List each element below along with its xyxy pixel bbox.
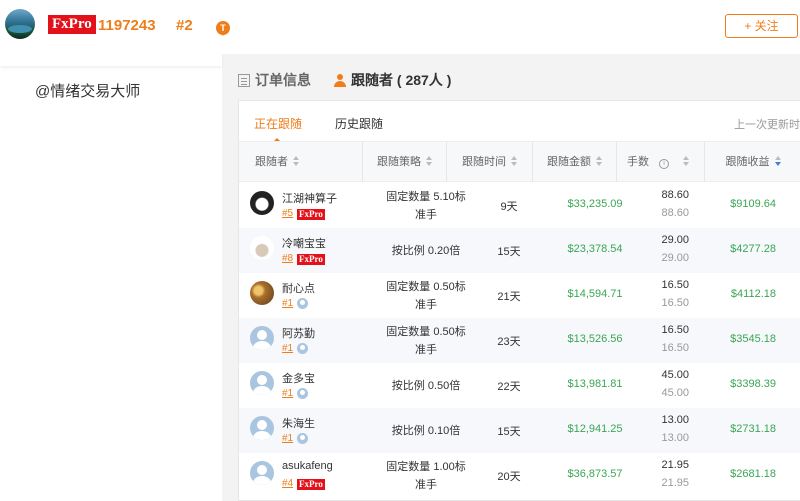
tab-orders[interactable]: 订单信息 bbox=[238, 70, 311, 90]
follow-profit: $3398.39 bbox=[730, 378, 776, 390]
account-id: 1197243 bbox=[98, 17, 156, 34]
follower-avatar[interactable] bbox=[250, 191, 274, 215]
lots-value-secondary: 21.95 bbox=[661, 477, 689, 489]
profile-card-top bbox=[0, 54, 222, 66]
broker-avatar-icon bbox=[297, 388, 308, 399]
follower-rank[interactable]: #4 bbox=[282, 478, 293, 489]
profile-card bbox=[0, 54, 222, 501]
lots-value: 88.60 bbox=[661, 189, 689, 201]
trader-avatar[interactable] bbox=[5, 9, 35, 39]
lots-value-secondary: 16.50 bbox=[661, 297, 689, 309]
trader-rank: #2 bbox=[176, 17, 193, 34]
top-bar: FxPro 1197243 #2 T + 关注 bbox=[0, 0, 800, 54]
lots-value: 21.95 bbox=[661, 459, 689, 471]
followers-panel: 正在跟随 历史跟随 上一次更新时 跟随者 跟随策略 跟随时间 跟随金额 手数 i … bbox=[238, 100, 800, 501]
follower-avatar[interactable] bbox=[250, 326, 274, 350]
lots-value-secondary: 29.00 bbox=[661, 252, 689, 264]
lots-value: 29.00 bbox=[661, 234, 689, 246]
follower-rank[interactable]: #1 bbox=[282, 433, 293, 444]
broker-avatar-icon bbox=[297, 343, 308, 354]
follow-profit: $3545.18 bbox=[730, 333, 776, 345]
lots-value: 16.50 bbox=[661, 279, 689, 291]
column-header-profit[interactable]: 跟随收益 bbox=[705, 142, 800, 182]
column-header-lots[interactable]: 手数 i bbox=[617, 142, 705, 182]
fxpro-tag: FxPro bbox=[297, 209, 325, 220]
lots-value-secondary: 16.50 bbox=[661, 342, 689, 354]
column-header-follower[interactable]: 跟随者 bbox=[239, 142, 363, 182]
follow-profit: $4112.18 bbox=[730, 288, 776, 300]
sort-desc-icon[interactable] bbox=[774, 156, 781, 166]
follow-profit: $2681.18 bbox=[730, 468, 776, 480]
follower-rank[interactable]: #1 bbox=[282, 388, 293, 399]
follower-rank[interactable]: #8 bbox=[282, 253, 293, 264]
follower-avatar[interactable] bbox=[250, 236, 274, 260]
follower-rank[interactable]: #1 bbox=[282, 343, 293, 354]
follower-avatar[interactable] bbox=[250, 416, 274, 440]
sort-icon[interactable] bbox=[293, 156, 299, 166]
fxpro-tag: FxPro bbox=[297, 479, 325, 490]
follow-profit: $4277.28 bbox=[730, 243, 776, 255]
follower-avatar[interactable] bbox=[250, 371, 274, 395]
follower-name[interactable]: 耐心点 bbox=[282, 280, 315, 296]
table-row[interactable]: asukafeng #4 FxPro 固定数量 1.00标 准手 20天 $36,873.5… bbox=[239, 453, 800, 498]
lots-value-secondary: 13.00 bbox=[661, 432, 689, 444]
follower-rank[interactable]: #1 bbox=[282, 298, 293, 309]
lots-value: 45.00 bbox=[661, 369, 689, 381]
follow-profit: $9109.64 bbox=[730, 198, 776, 210]
follow-button[interactable]: + 关注 bbox=[725, 14, 798, 38]
follower-name[interactable]: 金多宝 bbox=[282, 370, 315, 386]
lots-value: 13.00 bbox=[661, 414, 689, 426]
trader-nickname: @情绪交易大师 bbox=[35, 83, 141, 100]
table-row[interactable]: 阿苏勤 #1 固定数量 0.50标 准手 23天 $13,526.56 16.50 16.50… bbox=[239, 318, 800, 363]
tab-following-now[interactable]: 正在跟随 bbox=[254, 115, 302, 142]
fxpro-tag: FxPro bbox=[297, 254, 325, 265]
follow-profit: $2731.18 bbox=[730, 423, 776, 435]
column-header-amount[interactable]: 跟随金额 bbox=[533, 142, 617, 182]
sort-icon[interactable] bbox=[511, 156, 517, 166]
trader-badge-icon: T bbox=[216, 21, 230, 36]
info-icon[interactable]: i bbox=[659, 159, 669, 169]
follower-name[interactable]: 朱海生 bbox=[282, 415, 315, 431]
table-row[interactable]: 朱海生 #1 按比例 0.10倍 15天 $12,941.25 13.00 13.00 $27… bbox=[239, 408, 800, 453]
last-update-label: 上一次更新时 bbox=[734, 119, 800, 131]
follower-name[interactable]: asukafeng bbox=[282, 460, 333, 472]
sort-icon[interactable] bbox=[596, 156, 602, 166]
broker-avatar-icon bbox=[297, 433, 308, 444]
column-header-time[interactable]: 跟随时间 bbox=[447, 142, 533, 182]
follower-name[interactable]: 冷嘲宝宝 bbox=[282, 235, 326, 251]
table-row[interactable]: 冷嘲宝宝 #8 FxPro 按比例 0.20倍 15天 $23,378.54 29.00 29… bbox=[239, 228, 800, 273]
follower-avatar[interactable] bbox=[250, 281, 274, 305]
broker-avatar-icon bbox=[297, 298, 308, 309]
table-row[interactable]: 江湖神算子 #5 FxPro 固定数量 5.10标 准手 9天 $33,235.09 88.6… bbox=[239, 183, 800, 228]
sort-icon[interactable] bbox=[426, 156, 432, 166]
follower-name[interactable]: 阿苏勤 bbox=[282, 325, 315, 341]
column-header-strategy[interactable]: 跟随策略 bbox=[363, 142, 447, 182]
table-row[interactable]: 耐心点 #1 固定数量 0.50标 准手 21天 $14,594.71 16.50 16.50… bbox=[239, 273, 800, 318]
table-header: 跟随者 跟随策略 跟随时间 跟随金额 手数 i 跟随收益 bbox=[239, 141, 800, 182]
fxpro-logo: FxPro bbox=[48, 15, 96, 34]
follower-name[interactable]: 江湖神算子 bbox=[282, 190, 337, 206]
lots-value-secondary: 88.60 bbox=[661, 207, 689, 219]
sort-icon[interactable] bbox=[683, 156, 689, 166]
tab-following-history[interactable]: 历史跟随 bbox=[335, 115, 383, 132]
lots-value: 16.50 bbox=[661, 324, 689, 336]
table-row[interactable]: 金多宝 #1 按比例 0.50倍 22天 $13,981.81 45.00 45.00 $33… bbox=[239, 363, 800, 408]
follower-rank[interactable]: #5 bbox=[282, 208, 293, 219]
document-icon bbox=[238, 74, 250, 87]
person-icon bbox=[334, 74, 346, 87]
tab-followers[interactable]: 跟随者 ( 287人 ) bbox=[334, 70, 451, 90]
lots-value-secondary: 45.00 bbox=[661, 387, 689, 399]
follower-avatar[interactable] bbox=[250, 461, 274, 485]
